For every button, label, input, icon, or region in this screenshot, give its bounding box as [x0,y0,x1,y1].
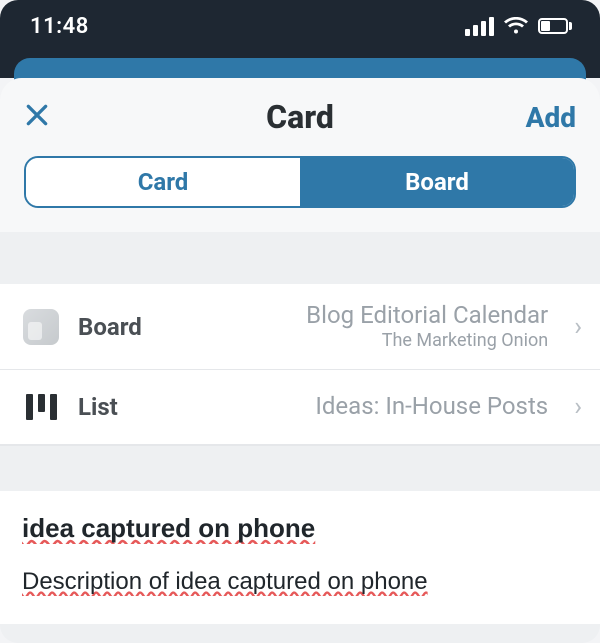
segmented-control-wrap: Card Board [0,148,600,232]
close-button[interactable] [24,98,94,136]
segment-card[interactable]: Card [26,158,300,206]
section-gap [0,445,600,491]
status-bar: 11:48 [0,0,600,58]
segment-board[interactable]: Board [300,158,574,206]
chevron-right-icon: › [566,392,582,422]
board-icon [22,308,60,346]
card-description-input[interactable] [22,562,578,616]
board-label: Board [78,313,178,341]
add-button[interactable]: Add [506,101,576,134]
chevron-right-icon: › [566,312,582,342]
board-value-sub: The Marketing Onion [382,330,548,352]
board-value: Blog Editorial Calendar The Marketing On… [196,302,548,351]
card-board-segmented[interactable]: Card Board [24,156,576,208]
board-value-main: Blog Editorial Calendar [306,302,548,330]
list-selector-row[interactable]: List Ideas: In-House Posts › [0,370,600,445]
list-value-main: Ideas: In-House Posts [315,393,548,421]
list-icon [22,388,60,426]
close-icon [24,102,50,128]
cellular-icon [465,17,494,36]
card-title-input[interactable] [22,509,578,562]
status-icons [465,17,572,36]
wifi-icon [504,17,528,35]
section-gap [0,232,600,284]
sheet-title: Card [94,98,506,136]
battery-icon [538,18,572,34]
board-selector-row[interactable]: Board Blog Editorial Calendar The Market… [0,284,600,370]
list-label: List [78,393,178,421]
background-card-peek [0,58,600,78]
list-value: Ideas: In-House Posts [196,393,548,421]
sheet-navbar: Card Add [0,78,600,148]
card-text-block [0,491,600,624]
status-time: 11:48 [30,14,89,39]
add-card-sheet: Card Add Card Board Board Blog Editorial… [0,78,600,643]
